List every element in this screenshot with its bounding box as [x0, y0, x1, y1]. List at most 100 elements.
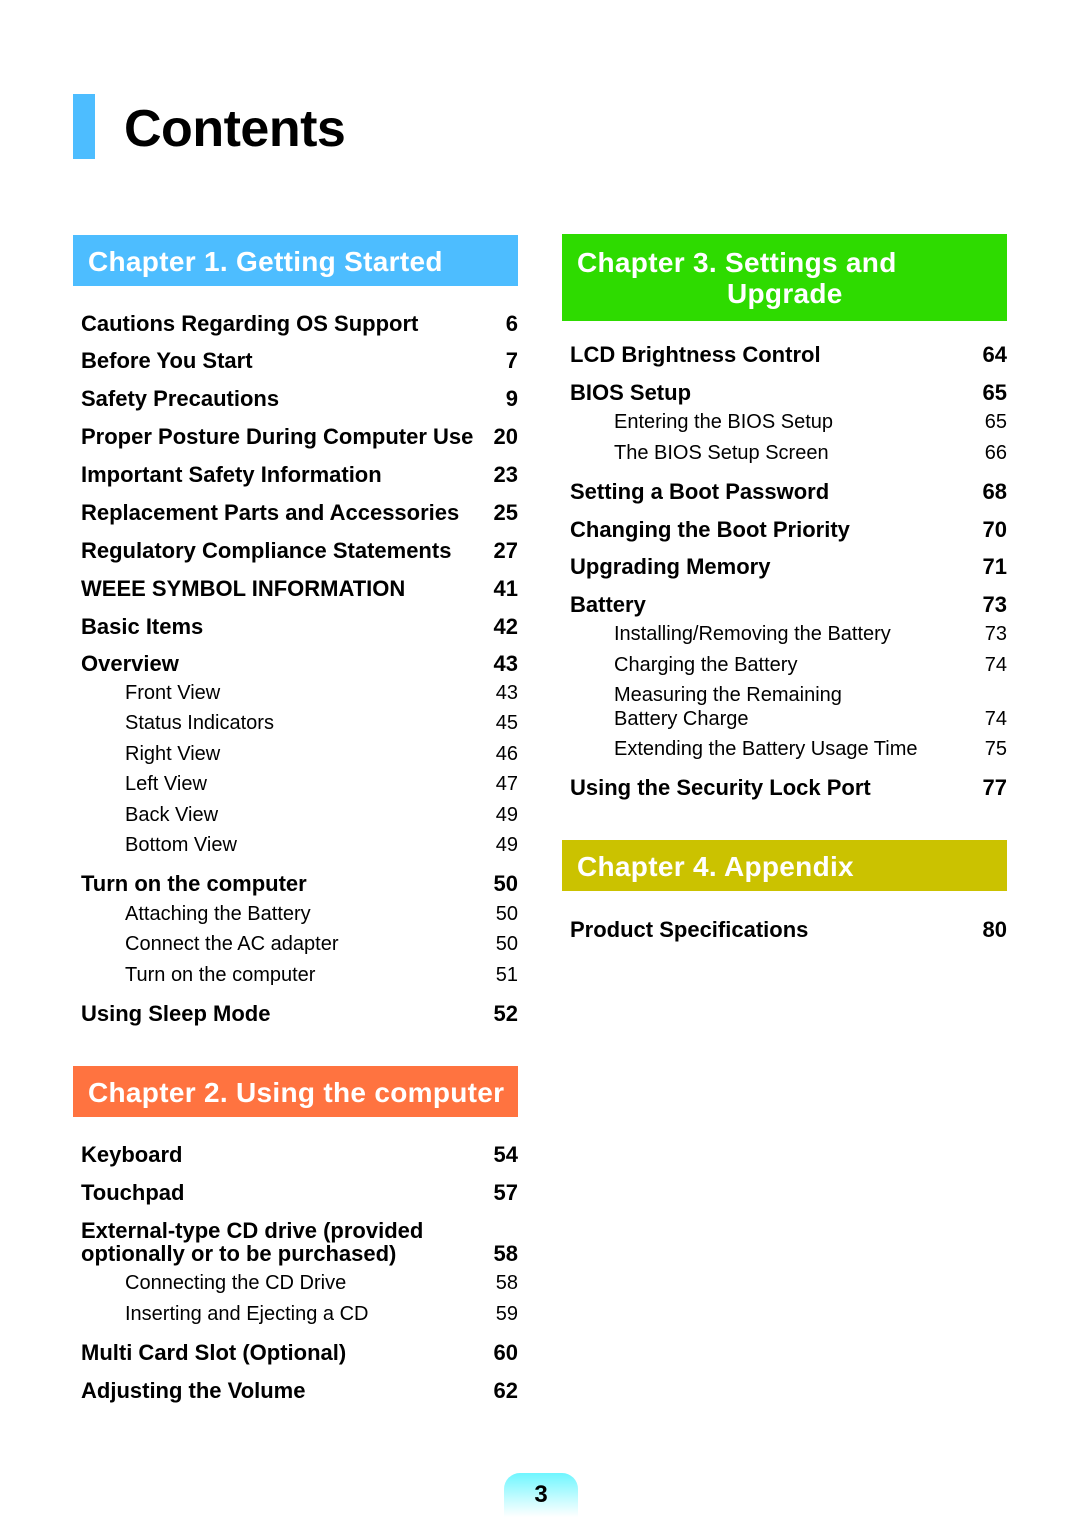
toc-entry-label: Before You Start: [81, 348, 253, 373]
toc-entry-label: Product Specifications: [570, 917, 809, 942]
toc-entry[interactable]: Turn on the computer 51: [81, 963, 518, 987]
toc-entry-page: 66: [984, 442, 1007, 464]
toc-entry-label: Status Indicators: [125, 712, 274, 734]
toc-entry[interactable]: Installing/Removing the Battery 73: [570, 622, 1007, 646]
toc-entry[interactable]: LCD Brightness Control 64: [570, 343, 1007, 366]
chapter-3-title-line2: Upgrade: [727, 278, 843, 309]
toc-entry-label: Measuring the Remaining Battery Charge: [614, 684, 842, 730]
toc-entry[interactable]: Left View 47: [81, 772, 518, 796]
toc-entry-page: 65: [982, 380, 1007, 405]
page-number: 3: [534, 1481, 548, 1508]
toc-entry[interactable]: Back View 49: [81, 803, 518, 827]
toc-entry-page: 49: [495, 834, 518, 856]
toc-entry[interactable]: Battery 73: [570, 593, 1007, 616]
toc-entry[interactable]: Changing the Boot Priority 70: [570, 518, 1007, 541]
toc-entry[interactable]: Keyboard 54: [81, 1143, 518, 1166]
toc-entry[interactable]: Regulatory Compliance Statements 27: [81, 539, 518, 562]
toc-entry-label: Upgrading Memory: [570, 554, 771, 579]
toc-entry[interactable]: Basic Items 42: [81, 615, 518, 638]
toc-entry-page: 51: [495, 964, 518, 986]
toc-entry-page: 9: [505, 386, 518, 411]
chapter-1-title: Chapter 1. Getting Started: [88, 246, 443, 277]
toc-entry-page: 62: [493, 1378, 518, 1403]
toc-entry-page: 52: [493, 1001, 518, 1026]
toc-entry-page: 20: [493, 424, 518, 449]
toc-entry-label: Safety Precautions: [81, 386, 280, 411]
toc-entry[interactable]: Connecting the CD Drive 58: [81, 1271, 518, 1295]
toc-entry-label: Setting a Boot Password: [570, 479, 830, 504]
toc-entry-label: Right View: [125, 743, 221, 765]
toc-entry-page: 59: [495, 1303, 518, 1325]
toc-entry[interactable]: Attaching the Battery 50: [81, 902, 518, 926]
toc-entry[interactable]: Using the Security Lock Port 77: [570, 776, 1007, 799]
toc-entry-label: Entering the BIOS Setup: [614, 411, 834, 433]
toc-entry-page: 7: [505, 348, 518, 373]
toc-entry-page: 46: [495, 743, 518, 765]
toc-entry[interactable]: Measuring the Remaining Battery Charge 74: [570, 683, 1007, 731]
toc-entry[interactable]: Right View 46: [81, 742, 518, 766]
toc-entry-page: 50: [493, 871, 518, 896]
toc-entry[interactable]: Replacement Parts and Accessories 25: [81, 501, 518, 524]
page-number-badge: 3: [504, 1473, 578, 1517]
toc-entry-label: Touchpad: [81, 1180, 185, 1205]
toc-entry-page: 58: [495, 1272, 518, 1294]
toc-entry-label: Connect the AC adapter: [125, 933, 339, 955]
toc-entry[interactable]: Entering the BIOS Setup 65: [570, 410, 1007, 434]
toc-entry-label: Multi Card Slot (Optional): [81, 1340, 347, 1365]
toc-entry[interactable]: External-type CD drive (provided optiona…: [81, 1219, 518, 1265]
toc-entry-page: 73: [984, 623, 1007, 645]
toc-entry-label: Basic Items: [81, 614, 204, 639]
toc-entry[interactable]: Connect the AC adapter 50: [81, 932, 518, 956]
toc-entry-page: 75: [984, 738, 1007, 760]
toc-entry-label: LCD Brightness Control: [570, 342, 821, 367]
toc-entry[interactable]: BIOS Setup 65: [570, 381, 1007, 404]
chapter-4-title: Chapter 4. Appendix: [577, 851, 854, 882]
toc-entry[interactable]: Extending the Battery Usage Time 75: [570, 737, 1007, 761]
toc-entry[interactable]: Touchpad 57: [81, 1181, 518, 1204]
chapter-2-header: Chapter 2. Using the computer: [73, 1066, 518, 1117]
chapter-2-title: Chapter 2. Using the computer: [88, 1077, 505, 1108]
toc-entry-label: WEEE SYMBOL INFORMATION: [81, 576, 406, 601]
toc-entry[interactable]: Using Sleep Mode 52: [81, 1002, 518, 1025]
chapter-3-header: Chapter 3. Settings and Upgrade: [562, 234, 1007, 321]
toc-entry[interactable]: Setting a Boot Password 68: [570, 480, 1007, 503]
toc-entry-label: Overview: [81, 651, 179, 676]
toc-entry-label: Charging the Battery: [614, 654, 798, 676]
toc-entry-page: 77: [982, 775, 1007, 800]
toc-entry[interactable]: Turn on the computer 50: [81, 872, 518, 895]
toc-entry[interactable]: Product Specifications 80: [570, 918, 1007, 941]
toc-entry[interactable]: WEEE SYMBOL INFORMATION 41: [81, 577, 518, 600]
toc-entry[interactable]: Safety Precautions 9: [81, 387, 518, 410]
toc-entry[interactable]: Cautions Regarding OS Support 6: [81, 312, 518, 335]
toc-entry[interactable]: Status Indicators 45: [81, 711, 518, 735]
toc-entry-label: Back View: [125, 804, 219, 826]
toc-entry[interactable]: Front View 43: [81, 681, 518, 705]
toc-entry-page: 54: [493, 1142, 518, 1167]
toc-entry[interactable]: Proper Posture During Computer Use 20: [81, 425, 518, 448]
toc-entry[interactable]: Adjusting the Volume 62: [81, 1379, 518, 1402]
toc-entry[interactable]: Upgrading Memory 71: [570, 555, 1007, 578]
toc-entry[interactable]: The BIOS Setup Screen 66: [570, 441, 1007, 465]
toc-entry[interactable]: Multi Card Slot (Optional) 60: [81, 1341, 518, 1364]
toc-entry[interactable]: Inserting and Ejecting a CD 59: [81, 1302, 518, 1326]
chapter-3-title-line1: Chapter 3. Settings and: [577, 247, 897, 278]
toc-entry[interactable]: Charging the Battery 74: [570, 653, 1007, 677]
toc-entry-label: Bottom View: [125, 834, 237, 856]
toc-entry[interactable]: Overview 43: [81, 652, 518, 675]
toc-entry-label: Replacement Parts and Accessories: [81, 500, 460, 525]
page-title: Contents: [124, 100, 346, 158]
toc-entry-page: 23: [493, 462, 518, 487]
toc-entry-page: 80: [982, 917, 1007, 942]
toc-entry-label: Left View: [125, 773, 207, 795]
toc-entry-page: 71: [982, 554, 1007, 579]
toc-entry-label: Important Safety Information: [81, 462, 382, 487]
toc-entry[interactable]: Bottom View 49: [81, 833, 518, 857]
toc-entry-label: Installing/Removing the Battery: [614, 623, 891, 645]
toc-entry-page: 50: [495, 933, 518, 955]
toc-entry[interactable]: Important Safety Information 23: [81, 463, 518, 486]
toc-entry[interactable]: Before You Start 7: [81, 349, 518, 372]
toc-entry-label: Turn on the computer: [81, 871, 307, 896]
toc-entry-page: 50: [495, 903, 518, 925]
toc-entry-page: 49: [495, 804, 518, 826]
toc-entry-label: Proper Posture During Computer Use: [81, 424, 474, 449]
